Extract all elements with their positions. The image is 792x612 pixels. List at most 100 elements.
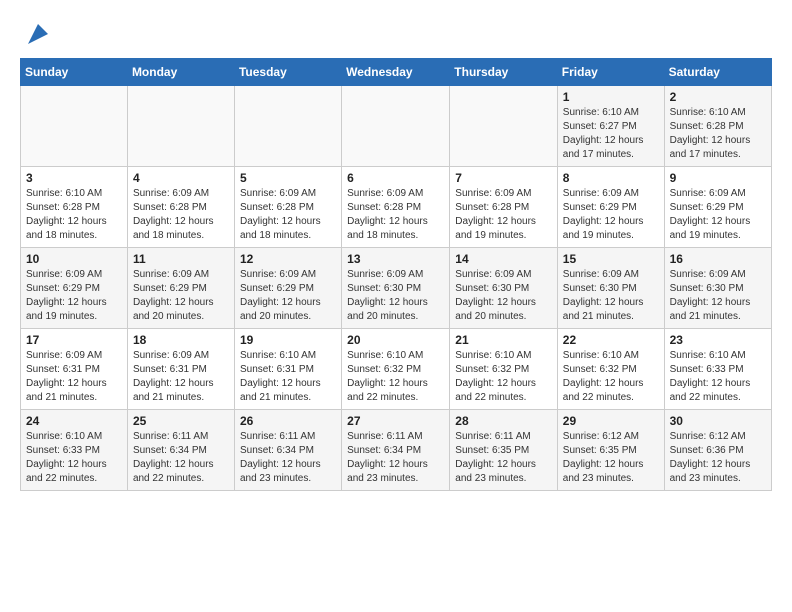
- day-info: Sunrise: 6:10 AM Sunset: 6:32 PM Dayligh…: [347, 349, 444, 405]
- calendar-cell: 11 Sunrise: 6:09 AM Sunset: 6:29 PM Dayli…: [127, 248, 234, 329]
- calendar-cell: 12 Sunrise: 6:09 AM Sunset: 6:29 PM Dayli…: [234, 248, 341, 329]
- day-info: Sunrise: 6:10 AM Sunset: 6:32 PM Dayligh…: [563, 349, 659, 405]
- day-info: Sunrise: 6:10 AM Sunset: 6:28 PM Dayligh…: [670, 106, 766, 162]
- calendar-cell: 23 Sunrise: 6:10 AM Sunset: 6:33 PM Dayli…: [664, 329, 771, 410]
- page: SundayMondayTuesdayWednesdayThursdayFrid…: [0, 0, 792, 501]
- calendar-cell: 22Sunrise: 6:10 AM Sunset: 6:32 PM Dayli…: [557, 329, 664, 410]
- day-info: Sunrise: 6:09 AM Sunset: 6:29 PM Dayligh…: [670, 187, 766, 243]
- days-header-row: SundayMondayTuesdayWednesdayThursdayFrid…: [21, 59, 772, 86]
- calendar-cell: 6 Sunrise: 6:09 AM Sunset: 6:28 PM Daylig…: [342, 167, 450, 248]
- calendar-cell: 19Sunrise: 6:10 AM Sunset: 6:31 PM Dayli…: [234, 329, 341, 410]
- day-number: 23: [670, 333, 766, 347]
- day-info: Sunrise: 6:09 AM Sunset: 6:28 PM Dayligh…: [133, 187, 229, 243]
- week-row-1: 1 Sunrise: 6:10 AM Sunset: 6:27 PM Daylig…: [21, 86, 772, 167]
- calendar-cell: 1 Sunrise: 6:10 AM Sunset: 6:27 PM Daylig…: [557, 86, 664, 167]
- calendar-cell: 7 Sunrise: 6:09 AM Sunset: 6:28 PM Daylig…: [450, 167, 558, 248]
- day-number: 16: [670, 252, 766, 266]
- day-number: 1: [563, 90, 659, 104]
- calendar-cell: 20 Sunrise: 6:10 AM Sunset: 6:32 PM Dayli…: [342, 329, 450, 410]
- day-number: 9: [670, 171, 766, 185]
- day-info: Sunrise: 6:09 AM Sunset: 6:31 PM Dayligh…: [133, 349, 229, 405]
- calendar-cell: [127, 86, 234, 167]
- day-number: 28: [455, 414, 552, 428]
- day-number: 19: [240, 333, 336, 347]
- day-info: Sunrise: 6:09 AM Sunset: 6:30 PM Dayligh…: [670, 268, 766, 324]
- calendar-cell: [342, 86, 450, 167]
- day-number: 11: [133, 252, 229, 266]
- day-number: 10: [26, 252, 122, 266]
- day-number: 12: [240, 252, 336, 266]
- day-number: 4: [133, 171, 229, 185]
- day-header-wednesday: Wednesday: [342, 59, 450, 86]
- calendar-header: SundayMondayTuesdayWednesdayThursdayFrid…: [21, 59, 772, 86]
- day-number: 21: [455, 333, 552, 347]
- calendar-cell: 25 Sunrise: 6:11 AM Sunset: 6:34 PM Dayli…: [127, 410, 234, 491]
- day-number: 15: [563, 252, 659, 266]
- day-info: Sunrise: 6:09 AM Sunset: 6:29 PM Dayligh…: [26, 268, 122, 324]
- day-info: Sunrise: 6:09 AM Sunset: 6:31 PM Dayligh…: [26, 349, 122, 405]
- day-number: 24: [26, 414, 122, 428]
- calendar-cell: [450, 86, 558, 167]
- calendar-cell: 13Sunrise: 6:09 AM Sunset: 6:30 PM Dayli…: [342, 248, 450, 329]
- week-row-3: 10 Sunrise: 6:09 AM Sunset: 6:29 PM Dayli…: [21, 248, 772, 329]
- day-number: 20: [347, 333, 444, 347]
- day-number: 7: [455, 171, 552, 185]
- day-info: Sunrise: 6:11 AM Sunset: 6:34 PM Dayligh…: [240, 430, 336, 486]
- calendar-cell: [234, 86, 341, 167]
- day-number: 2: [670, 90, 766, 104]
- day-info: Sunrise: 6:11 AM Sunset: 6:34 PM Dayligh…: [347, 430, 444, 486]
- calendar-cell: 15 Sunrise: 6:09 AM Sunset: 6:30 PM Dayli…: [557, 248, 664, 329]
- calendar-cell: 28 Sunrise: 6:11 AM Sunset: 6:35 PM Dayli…: [450, 410, 558, 491]
- day-number: 6: [347, 171, 444, 185]
- day-info: Sunrise: 6:09 AM Sunset: 6:28 PM Dayligh…: [347, 187, 444, 243]
- week-row-2: 3 Sunrise: 6:10 AM Sunset: 6:28 PM Daylig…: [21, 167, 772, 248]
- day-number: 18: [133, 333, 229, 347]
- week-row-4: 17 Sunrise: 6:09 AM Sunset: 6:31 PM Dayli…: [21, 329, 772, 410]
- day-info: Sunrise: 6:11 AM Sunset: 6:35 PM Dayligh…: [455, 430, 552, 486]
- logo: [20, 20, 52, 48]
- calendar-cell: [21, 86, 128, 167]
- header: [20, 20, 772, 48]
- day-info: Sunrise: 6:09 AM Sunset: 6:29 PM Dayligh…: [563, 187, 659, 243]
- day-number: 26: [240, 414, 336, 428]
- calendar-cell: 4 Sunrise: 6:09 AM Sunset: 6:28 PM Daylig…: [127, 167, 234, 248]
- calendar-cell: 10 Sunrise: 6:09 AM Sunset: 6:29 PM Dayli…: [21, 248, 128, 329]
- day-info: Sunrise: 6:12 AM Sunset: 6:36 PM Dayligh…: [670, 430, 766, 486]
- calendar-cell: 24 Sunrise: 6:10 AM Sunset: 6:33 PM Dayli…: [21, 410, 128, 491]
- calendar-cell: 27Sunrise: 6:11 AM Sunset: 6:34 PM Dayli…: [342, 410, 450, 491]
- calendar-cell: 30 Sunrise: 6:12 AM Sunset: 6:36 PM Dayli…: [664, 410, 771, 491]
- calendar-cell: 3 Sunrise: 6:10 AM Sunset: 6:28 PM Daylig…: [21, 167, 128, 248]
- calendar-cell: 21Sunrise: 6:10 AM Sunset: 6:32 PM Dayli…: [450, 329, 558, 410]
- day-number: 5: [240, 171, 336, 185]
- day-header-monday: Monday: [127, 59, 234, 86]
- day-info: Sunrise: 6:09 AM Sunset: 6:29 PM Dayligh…: [133, 268, 229, 324]
- day-number: 29: [563, 414, 659, 428]
- day-number: 3: [26, 171, 122, 185]
- calendar-body: 1 Sunrise: 6:10 AM Sunset: 6:27 PM Daylig…: [21, 86, 772, 491]
- day-info: Sunrise: 6:11 AM Sunset: 6:34 PM Dayligh…: [133, 430, 229, 486]
- day-info: Sunrise: 6:10 AM Sunset: 6:28 PM Dayligh…: [26, 187, 122, 243]
- day-info: Sunrise: 6:09 AM Sunset: 6:28 PM Dayligh…: [455, 187, 552, 243]
- day-header-friday: Friday: [557, 59, 664, 86]
- day-number: 13: [347, 252, 444, 266]
- day-info: Sunrise: 6:09 AM Sunset: 6:29 PM Dayligh…: [240, 268, 336, 324]
- day-info: Sunrise: 6:12 AM Sunset: 6:35 PM Dayligh…: [563, 430, 659, 486]
- day-number: 14: [455, 252, 552, 266]
- week-row-5: 24 Sunrise: 6:10 AM Sunset: 6:33 PM Dayli…: [21, 410, 772, 491]
- day-header-sunday: Sunday: [21, 59, 128, 86]
- calendar-cell: 2 Sunrise: 6:10 AM Sunset: 6:28 PM Daylig…: [664, 86, 771, 167]
- calendar-cell: 29 Sunrise: 6:12 AM Sunset: 6:35 PM Dayli…: [557, 410, 664, 491]
- day-info: Sunrise: 6:09 AM Sunset: 6:30 PM Dayligh…: [455, 268, 552, 324]
- day-info: Sunrise: 6:09 AM Sunset: 6:30 PM Dayligh…: [563, 268, 659, 324]
- day-number: 25: [133, 414, 229, 428]
- calendar-cell: 26 Sunrise: 6:11 AM Sunset: 6:34 PM Dayli…: [234, 410, 341, 491]
- calendar-cell: 8Sunrise: 6:09 AM Sunset: 6:29 PM Daylig…: [557, 167, 664, 248]
- calendar-cell: 14 Sunrise: 6:09 AM Sunset: 6:30 PM Dayli…: [450, 248, 558, 329]
- day-number: 30: [670, 414, 766, 428]
- day-number: 17: [26, 333, 122, 347]
- calendar-cell: 5Sunrise: 6:09 AM Sunset: 6:28 PM Daylig…: [234, 167, 341, 248]
- day-info: Sunrise: 6:10 AM Sunset: 6:27 PM Dayligh…: [563, 106, 659, 162]
- day-info: Sunrise: 6:10 AM Sunset: 6:33 PM Dayligh…: [670, 349, 766, 405]
- day-info: Sunrise: 6:10 AM Sunset: 6:33 PM Dayligh…: [26, 430, 122, 486]
- logo-icon: [24, 20, 52, 48]
